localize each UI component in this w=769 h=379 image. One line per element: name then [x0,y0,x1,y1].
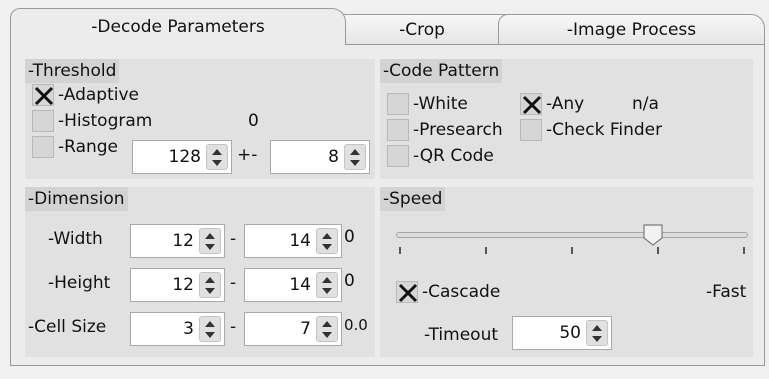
width-max-spinbox[interactable]: 14 [244,224,342,258]
arrow-down-icon [205,288,215,294]
check-x-icon [522,95,542,115]
width-label: -Width [48,229,103,249]
arrow-up-icon [205,233,215,239]
width-max-spin-buttons[interactable] [316,228,338,254]
height-extra: 0 [344,271,355,291]
timeout-label: -Timeout [424,325,499,345]
histogram-value: 0 [248,111,259,131]
slider-tick [571,247,573,254]
height-min-spin-buttons[interactable] [199,272,221,298]
speed-slider-track[interactable] [396,232,748,238]
arrow-up-icon [322,277,332,283]
range-spin-buttons[interactable] [206,144,228,170]
qr-code-label: -QR Code [413,146,494,166]
tolerance-spinbox[interactable]: 8 [270,140,370,174]
height-dash: - [230,273,237,293]
tab-crop[interactable]: -Crop [322,14,522,44]
cascade-checkbox[interactable] [396,281,418,303]
white-checkbox[interactable] [387,93,409,115]
arrow-up-icon [205,277,215,283]
tab-image-process-label: -Image Process [566,19,697,40]
timeout-value: 50 [559,323,581,343]
range-label: -Range [58,137,119,157]
cell-size-extra: 0.0 [344,316,368,334]
speed-title: -Speed [380,187,446,211]
cascade-label: -Cascade [422,282,501,302]
width-min-value: 12 [172,231,194,251]
slider-tick [657,247,659,254]
check-x-icon [34,86,54,106]
any-checkbox[interactable] [520,93,542,115]
width-dash: - [230,229,237,249]
tab-image-process[interactable]: -Image Process [498,14,765,44]
height-max-value: 14 [289,275,311,295]
slider-tick [485,247,487,254]
range-value: 128 [168,147,201,167]
timeout-spinbox[interactable]: 50 [512,316,612,350]
any-label: -Any [546,94,585,114]
timeout-spin-buttons[interactable] [586,320,608,346]
adaptive-label: -Adaptive [58,85,139,105]
tab-bar: -Crop -Image Process -Decode Parameters [10,8,765,45]
qr-code-checkbox[interactable] [387,145,409,167]
adaptive-checkbox[interactable] [32,84,54,106]
tab-crop-label: -Crop [399,19,445,40]
width-min-spin-buttons[interactable] [199,228,221,254]
any-extra-label: n/a [632,94,659,114]
arrow-up-icon [592,325,602,331]
arrow-down-icon [205,244,215,250]
arrow-down-icon [205,332,215,338]
plus-minus-label: +- [237,145,258,165]
tolerance-value: 8 [328,147,339,167]
slider-tick [743,247,745,254]
cell-size-max-spinbox[interactable]: 7 [244,312,342,346]
arrow-up-icon [212,149,222,155]
arrow-down-icon [592,336,602,342]
speed-slider-thumb[interactable] [641,223,665,247]
arrow-up-icon [205,321,215,327]
cell-size-max-value: 7 [300,319,311,339]
check-x-icon [398,283,418,303]
arrow-up-icon [350,149,360,155]
fast-label: -Fast [706,282,747,302]
tab-decode-parameters[interactable]: -Decode Parameters [10,8,346,45]
arrow-up-icon [322,321,332,327]
width-max-value: 14 [289,231,311,251]
presearch-label: -Presearch [413,120,503,140]
histogram-label: -Histogram [58,111,153,131]
height-max-spinbox[interactable]: 14 [244,268,342,302]
slider-tick [399,247,401,254]
arrow-down-icon [322,244,332,250]
slider-thumb-icon [643,224,663,246]
cell-size-min-spin-buttons[interactable] [199,316,221,342]
arrow-up-icon [322,233,332,239]
width-extra: 0 [344,227,355,247]
threshold-title: -Threshold [25,59,120,83]
height-max-spin-buttons[interactable] [316,272,338,298]
cell-size-label: -Cell Size [28,317,107,337]
width-min-spinbox[interactable]: 12 [130,224,225,258]
presearch-checkbox[interactable] [387,119,409,141]
cell-size-dash: - [230,317,237,337]
dimension-title: -Dimension [25,187,128,211]
cell-size-min-value: 3 [183,319,194,339]
height-min-spinbox[interactable]: 12 [130,268,225,302]
arrow-down-icon [212,160,222,166]
histogram-checkbox[interactable] [32,110,54,132]
check-finder-label: -Check Finder [546,120,663,140]
range-checkbox[interactable] [32,136,54,158]
tolerance-spin-buttons[interactable] [344,144,366,170]
tab-decode-parameters-label: -Decode Parameters [91,17,265,37]
arrow-down-icon [350,160,360,166]
height-label: -Height [48,273,111,293]
arrow-down-icon [322,288,332,294]
white-label: -White [413,94,468,114]
range-spinbox[interactable]: 128 [132,140,232,174]
check-finder-checkbox[interactable] [520,119,542,141]
cell-size-max-spin-buttons[interactable] [316,316,338,342]
height-min-value: 12 [172,275,194,295]
code-pattern-title: -Code Pattern [380,59,503,83]
cell-size-min-spinbox[interactable]: 3 [130,312,225,346]
arrow-down-icon [322,332,332,338]
